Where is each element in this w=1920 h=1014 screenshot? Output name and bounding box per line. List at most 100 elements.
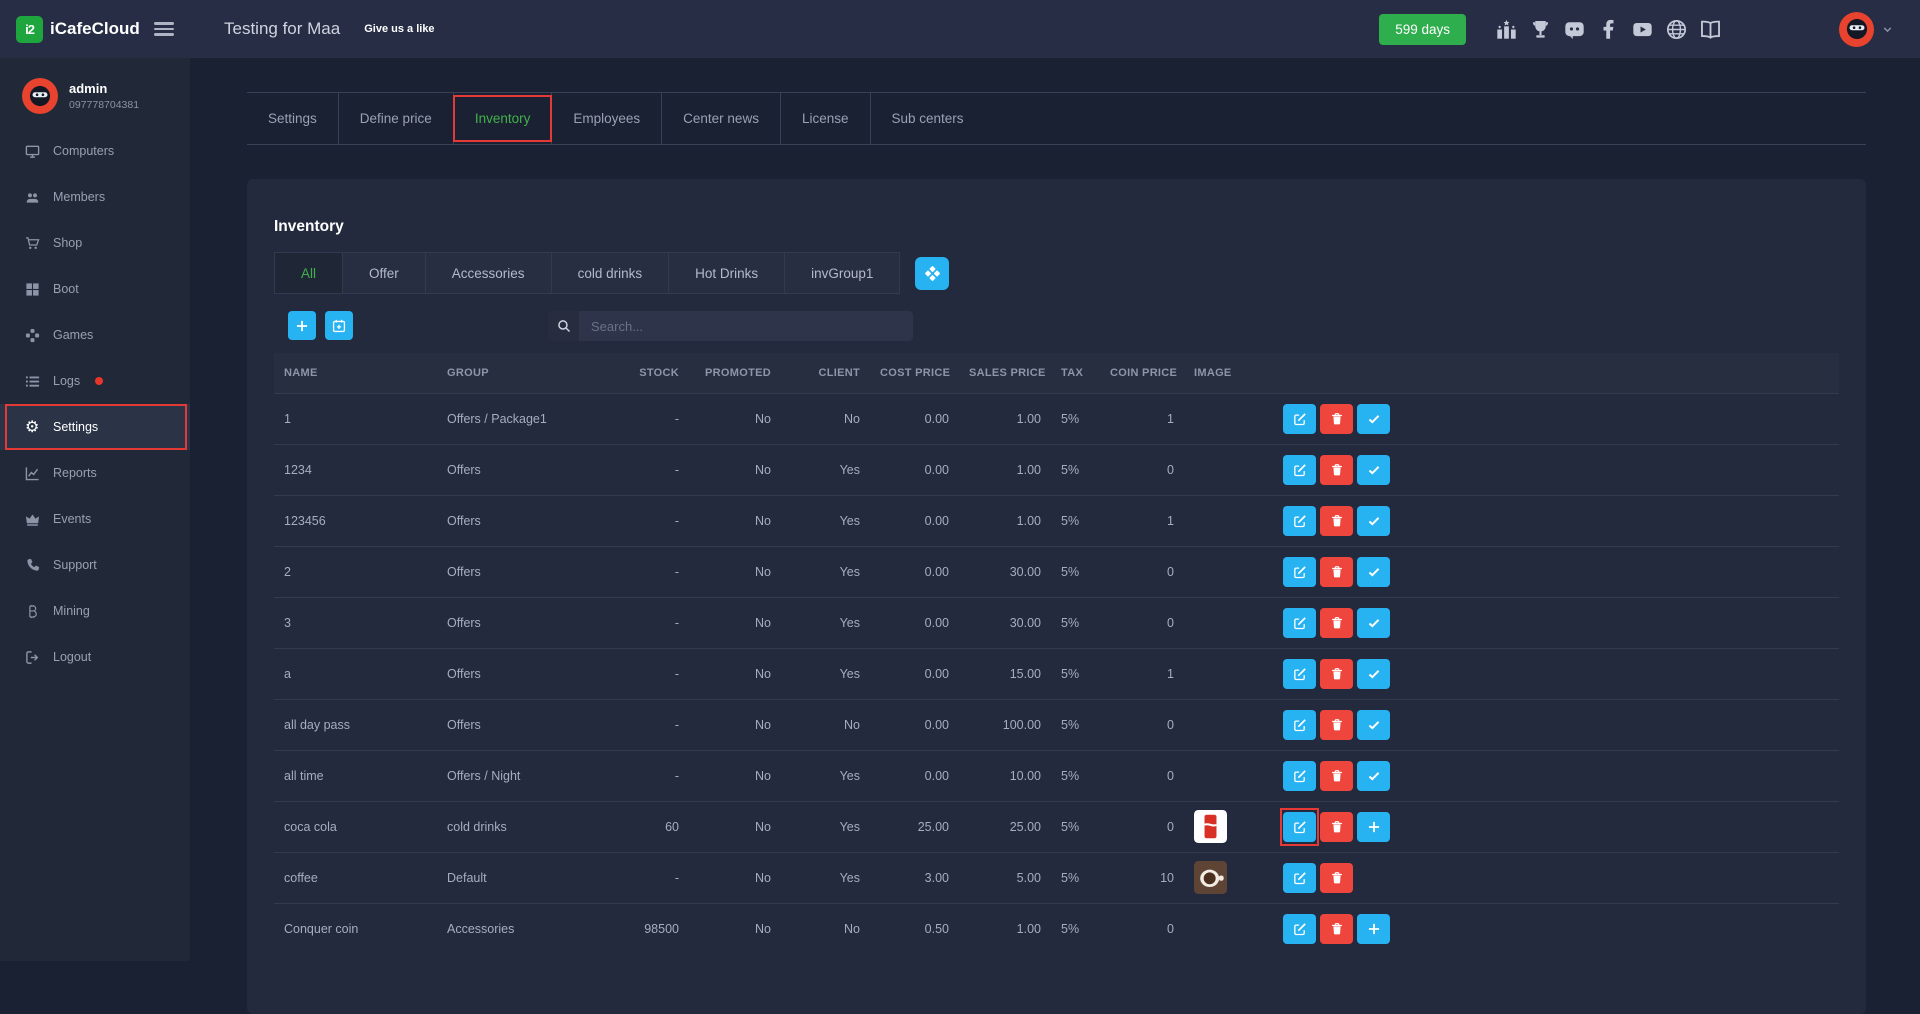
- group-tab-offer[interactable]: Offer: [343, 252, 426, 294]
- sidebar-item-logs[interactable]: Logs: [0, 358, 190, 404]
- edit-button[interactable]: [1283, 914, 1316, 944]
- cell-tax: 5%: [1051, 648, 1100, 699]
- edit-button[interactable]: [1283, 761, 1316, 791]
- group-tab-cold-drinks[interactable]: cold drinks: [552, 252, 670, 294]
- delete-button[interactable]: [1320, 506, 1353, 536]
- sidebar-item-label: Mining: [53, 604, 90, 618]
- delete-button[interactable]: [1320, 914, 1353, 944]
- sidebar-item-reports[interactable]: Reports: [0, 450, 190, 496]
- tab-sub-centers[interactable]: Sub centers: [870, 93, 985, 144]
- group-tab-hot-drinks[interactable]: Hot Drinks: [669, 252, 785, 294]
- delete-button[interactable]: [1320, 761, 1353, 791]
- cell-stock: -: [629, 597, 689, 648]
- delete-button[interactable]: [1320, 557, 1353, 587]
- sidebar-item-shop[interactable]: Shop: [0, 220, 190, 266]
- delete-button[interactable]: [1320, 659, 1353, 689]
- sidebar-item-label: Settings: [53, 420, 98, 434]
- sidebar-item-support[interactable]: Support: [0, 542, 190, 588]
- search-input[interactable]: [579, 311, 913, 341]
- cell-image: [1184, 444, 1260, 495]
- delete-button[interactable]: [1320, 812, 1353, 842]
- sidebar-item-events[interactable]: Events: [0, 496, 190, 542]
- cell-tax: 5%: [1051, 699, 1100, 750]
- cell-coin-price: 1: [1100, 393, 1184, 444]
- edit-button[interactable]: [1283, 710, 1316, 740]
- menu-toggle-icon[interactable]: [154, 22, 174, 36]
- tab-inventory[interactable]: Inventory: [453, 93, 552, 144]
- delete-button[interactable]: [1320, 608, 1353, 638]
- cell-client: Yes: [781, 444, 870, 495]
- delete-button[interactable]: [1320, 455, 1353, 485]
- group-tab-invgroup1[interactable]: invGroup1: [785, 252, 900, 294]
- tab-center-news[interactable]: Center news: [661, 93, 780, 144]
- tab-define-price[interactable]: Define price: [338, 93, 453, 144]
- sidebar-user: admin 097778704381: [0, 58, 190, 128]
- delete-button[interactable]: [1320, 710, 1353, 740]
- brand: i2 iCafeCloud: [0, 16, 190, 43]
- inventory-group-tabs: All Offer Accessories cold drinks Hot Dr…: [274, 252, 1839, 294]
- sidebar-item-boot[interactable]: Boot: [0, 266, 190, 312]
- tab-license[interactable]: License: [780, 93, 870, 144]
- cell-promoted: No: [689, 852, 781, 903]
- edit-button[interactable]: [1283, 608, 1316, 638]
- activate-button[interactable]: [1357, 506, 1390, 536]
- mining-icon: [25, 604, 40, 619]
- youtube-icon[interactable]: [1632, 19, 1653, 40]
- trophy-icon[interactable]: [1530, 19, 1551, 40]
- edit-button[interactable]: [1283, 812, 1316, 842]
- sidebar-item-mining[interactable]: Mining: [0, 588, 190, 634]
- cell-image: [1184, 750, 1260, 801]
- user-menu[interactable]: [1839, 12, 1894, 47]
- edit-button[interactable]: [1283, 404, 1316, 434]
- book-icon[interactable]: [1700, 19, 1721, 40]
- group-tab-accessories[interactable]: Accessories: [426, 252, 552, 294]
- table-row: Conquer coin Accessories 98500 No No 0.5…: [274, 903, 1839, 954]
- activate-button[interactable]: [1357, 710, 1390, 740]
- cell-image: [1184, 801, 1260, 852]
- tab-label: Center news: [683, 111, 759, 126]
- delete-button[interactable]: [1320, 404, 1353, 434]
- activate-button[interactable]: [1357, 659, 1390, 689]
- activate-button[interactable]: [1357, 557, 1390, 587]
- sidebar-item-members[interactable]: Members: [0, 174, 190, 220]
- ranking-icon[interactable]: [1496, 19, 1517, 40]
- members-icon: [25, 190, 40, 205]
- sidebar-item-label: Events: [53, 512, 91, 526]
- edit-button[interactable]: [1283, 455, 1316, 485]
- license-days-badge[interactable]: 599 days: [1379, 14, 1466, 45]
- activate-button[interactable]: [1357, 608, 1390, 638]
- sidebar-item-settings[interactable]: ⚙ Settings: [0, 404, 190, 450]
- activate-button[interactable]: [1357, 455, 1390, 485]
- edit-button[interactable]: [1283, 557, 1316, 587]
- user-avatar: [22, 78, 58, 114]
- give-us-a-like-link[interactable]: Give us a like: [364, 23, 434, 35]
- topbar: i2 iCafeCloud Testing for Maa Give us a …: [0, 0, 1920, 58]
- globe-icon[interactable]: [1666, 19, 1687, 40]
- cell-sales-price: 100.00: [959, 699, 1051, 750]
- add-item-button[interactable]: [288, 311, 316, 340]
- discord-icon[interactable]: [1564, 19, 1585, 40]
- sidebar-item-label: Support: [53, 558, 97, 572]
- tab-label: Employees: [573, 111, 640, 126]
- tab-employees[interactable]: Employees: [551, 93, 661, 144]
- inventory-table: NAMEGROUPSTOCKPROMOTEDCLIENTCOST PRICESA…: [274, 353, 1839, 954]
- edit-button[interactable]: [1283, 863, 1316, 893]
- cell-coin-price: 10: [1100, 852, 1184, 903]
- edit-button[interactable]: [1283, 506, 1316, 536]
- sidebar-item-games[interactable]: Games: [0, 312, 190, 358]
- add-stock-event-button[interactable]: [325, 311, 353, 340]
- delete-button[interactable]: [1320, 863, 1353, 893]
- facebook-icon[interactable]: [1598, 19, 1619, 40]
- group-tab-all[interactable]: All: [274, 252, 343, 294]
- edit-button[interactable]: [1283, 659, 1316, 689]
- cell-sales-price: 30.00: [959, 546, 1051, 597]
- add-stock-button[interactable]: [1357, 914, 1390, 944]
- sidebar-item-computers[interactable]: Computers: [0, 128, 190, 174]
- sidebar-item-logout[interactable]: Logout: [0, 634, 190, 680]
- activate-button[interactable]: [1357, 761, 1390, 791]
- tab-settings[interactable]: Settings: [247, 93, 338, 144]
- user-avatar[interactable]: [1839, 12, 1874, 47]
- manage-groups-button[interactable]: [915, 257, 949, 290]
- activate-button[interactable]: [1357, 404, 1390, 434]
- add-stock-button[interactable]: [1357, 812, 1390, 842]
